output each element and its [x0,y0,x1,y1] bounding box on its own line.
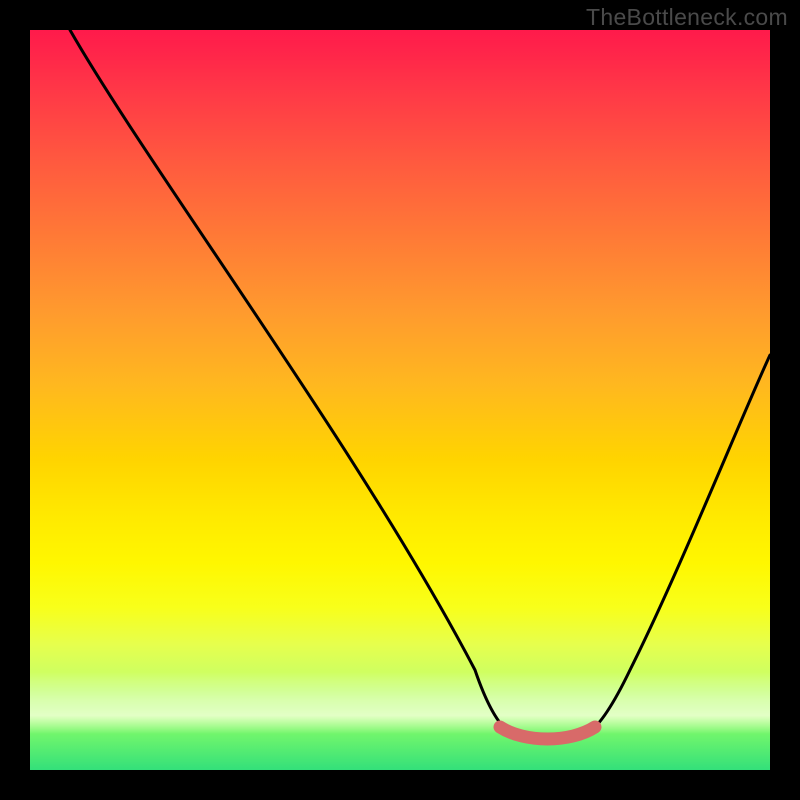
watermark-text: TheBottleneck.com [586,4,788,31]
chart-frame: TheBottleneck.com [0,0,800,800]
gradient-plot-area [30,30,770,770]
